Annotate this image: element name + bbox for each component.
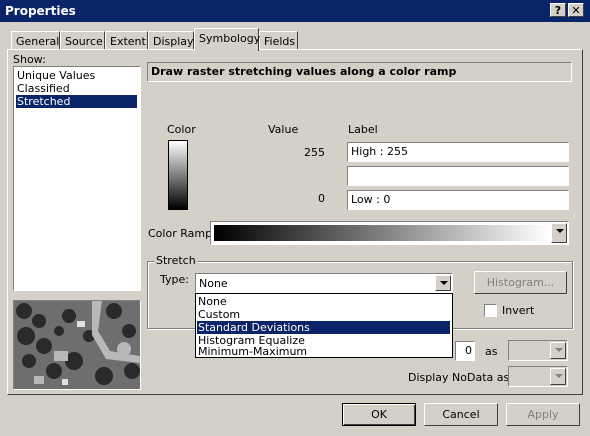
tab-display[interactable]: Display — [148, 31, 194, 50]
value-column-header: Value — [268, 123, 299, 136]
show-item-unique-values[interactable]: Unique Values — [16, 69, 95, 82]
chevron-down-icon[interactable] — [550, 342, 566, 359]
color-ramp-dropdown[interactable] — [210, 221, 569, 245]
chevron-down-icon[interactable] — [435, 275, 451, 291]
histogram-button[interactable]: Histogram... — [474, 271, 567, 294]
tab-symbology[interactable]: Symbology — [194, 28, 260, 51]
stretch-option-standard-deviations[interactable]: Standard Deviations — [197, 321, 450, 334]
show-list[interactable]: Unique Values Classified Stretched — [13, 66, 141, 291]
color-ramp-swatch[interactable] — [168, 140, 188, 210]
mid-label-field[interactable] — [347, 166, 569, 186]
ok-button[interactable]: OK — [342, 403, 416, 426]
stretch-option-none[interactable]: None — [197, 295, 450, 308]
chevron-down-icon[interactable] — [550, 368, 566, 385]
stretch-type-value: None — [199, 277, 228, 290]
color-ramp-preview — [214, 225, 548, 241]
chevron-down-icon[interactable] — [551, 223, 567, 243]
color-ramp-label: Color Ramp: — [148, 227, 216, 240]
cancel-button[interactable]: Cancel — [424, 403, 498, 426]
low-label-field[interactable]: Low : 0 — [347, 190, 569, 210]
raster-preview-image — [13, 300, 141, 390]
stretch-option-minimum-maximum[interactable]: Minimum-Maximum — [197, 345, 450, 358]
title-bar: Properties ? ✕ — [0, 0, 590, 22]
show-item-stretched[interactable]: Stretched — [16, 95, 137, 108]
stretch-type-label: Type: — [160, 273, 189, 286]
panel-header: Draw raster stretching values along a co… — [147, 62, 572, 82]
show-label: Show: — [13, 53, 46, 66]
tab-extent[interactable]: Extent — [105, 31, 148, 50]
nodata-color-dropdown[interactable] — [508, 366, 568, 387]
tab-fields[interactable]: Fields — [259, 31, 298, 50]
stretch-type-dropdown-list[interactable]: None Custom Standard Deviations Histogra… — [195, 293, 453, 358]
close-button[interactable]: ✕ — [568, 3, 584, 17]
help-button[interactable]: ? — [550, 3, 566, 17]
show-item-classified[interactable]: Classified — [16, 82, 70, 95]
background-value-field[interactable]: 0 — [455, 341, 475, 361]
stretch-group-label: Stretch — [154, 254, 198, 267]
tab-source[interactable]: Source — [60, 31, 105, 50]
background-as-label: as — [485, 345, 498, 358]
nodata-label: Display NoData as — [408, 371, 510, 384]
apply-button[interactable]: Apply — [506, 403, 580, 426]
high-value: 255 — [304, 146, 325, 159]
stretch-option-custom[interactable]: Custom — [197, 308, 450, 321]
low-value: 0 — [318, 192, 325, 205]
tab-general[interactable]: General — [11, 31, 60, 50]
invert-label: Invert — [502, 304, 535, 317]
high-label-field[interactable]: High : 255 — [347, 142, 569, 162]
invert-checkbox[interactable] — [484, 304, 497, 317]
window-title: Properties — [5, 4, 76, 18]
label-column-header: Label — [348, 123, 378, 136]
color-column-header: Color — [167, 123, 196, 136]
background-color-dropdown[interactable] — [508, 340, 568, 361]
stretch-type-select[interactable]: None — [195, 273, 453, 293]
